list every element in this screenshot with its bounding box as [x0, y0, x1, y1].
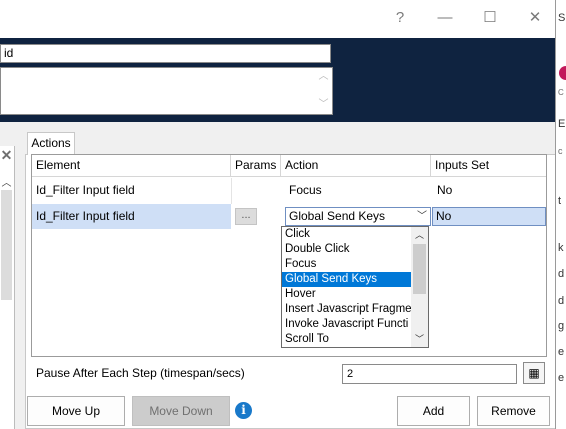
pause-input[interactable]: 2 [342, 364, 517, 384]
tab-actions[interactable]: Actions [27, 132, 75, 155]
dropdown-option[interactable]: Insert Javascript Fragme [282, 302, 412, 317]
dropdown-option[interactable]: Scroll To [282, 332, 412, 347]
column-header-params[interactable]: Params [231, 155, 281, 177]
edge-text: c [558, 146, 563, 156]
action-combobox-value: Global Send Keys [289, 209, 386, 223]
id-input[interactable]: id [0, 44, 331, 63]
info-icon[interactable]: i [235, 402, 252, 419]
column-header-element[interactable]: Element [32, 155, 231, 177]
close-icon[interactable]: ✕ [0, 148, 13, 162]
dropdown-option[interactable]: Click [282, 227, 412, 242]
left-list-panel: ✕ ︿ [0, 146, 15, 429]
dropdown-option[interactable]: Focus [282, 257, 412, 272]
column-header-inputs-set[interactable]: Inputs Set [431, 155, 546, 177]
move-up-button[interactable]: Move Up [27, 396, 125, 426]
scrollbar-thumb[interactable] [413, 244, 426, 294]
scroll-up-icon[interactable]: ︿ [411, 228, 428, 242]
table-cell-action[interactable]: Focus [285, 178, 431, 203]
edge-accent [559, 66, 566, 80]
scroll-down-icon[interactable]: ﹀ [315, 97, 332, 113]
description-textarea[interactable]: ︿ ﹀ [0, 67, 333, 115]
scroll-up-icon[interactable]: ︿ [315, 69, 332, 85]
column-header-action[interactable]: Action [281, 155, 431, 177]
table-cell-inputs-set[interactable]: No [433, 178, 546, 203]
pause-label: Pause After Each Step (timespan/secs) [36, 366, 245, 380]
background-window-edge: S C E c t k d d g e e [555, 0, 566, 429]
table-cell-element[interactable]: Id_Filter Input field [32, 204, 231, 229]
edge-text: k [558, 242, 564, 254]
edge-text: d [558, 268, 565, 280]
dropdown-option-selected[interactable]: Global Send Keys [282, 272, 412, 287]
table-cell-inputs-set[interactable]: No [432, 207, 546, 226]
calculator-icon[interactable]: ▦ [523, 362, 545, 384]
edge-text: S [558, 12, 566, 24]
dropdown-option[interactable]: Invoke Javascript Functi [282, 317, 412, 332]
edge-text: g [558, 320, 565, 332]
edge-text: e [558, 372, 565, 384]
dropdown-option[interactable]: Hover [282, 287, 412, 302]
edge-text: e [558, 346, 565, 358]
scrollbar-thumb[interactable] [1, 190, 12, 300]
chevron-down-icon[interactable]: ﹀ [414, 208, 430, 225]
action-dropdown-list[interactable]: Click Double Click Focus Global Send Key… [281, 226, 429, 348]
table-cell-element[interactable]: Id_Filter Input field [32, 178, 231, 203]
edge-text: d [558, 295, 565, 307]
minimize-button[interactable]: — [425, 6, 465, 30]
dropdown-option[interactable]: Double Click [282, 242, 412, 257]
cell-divider [231, 178, 232, 204]
add-button[interactable]: Add [397, 396, 470, 426]
move-down-button[interactable]: Move Down [132, 396, 230, 426]
description-scrollbar[interactable]: ︿ ﹀ [315, 68, 332, 114]
edge-panel [556, 38, 566, 122]
params-ellipsis-button[interactable]: ... [235, 208, 257, 225]
edge-text: t [558, 195, 562, 207]
remove-button[interactable]: Remove [477, 396, 550, 426]
close-button[interactable]: ✕ [515, 6, 555, 30]
scroll-down-icon[interactable]: ﹀ [411, 332, 428, 346]
maximize-button[interactable]: ☐ [470, 6, 510, 30]
edge-text: E [558, 118, 566, 130]
dropdown-scrollbar[interactable]: ︿ ﹀ [411, 227, 428, 347]
scroll-up-icon[interactable]: ︿ [0, 174, 13, 189]
edge-text: C [558, 88, 564, 97]
help-button[interactable]: ? [380, 6, 420, 30]
action-combobox[interactable]: Global Send Keys ﹀ [285, 207, 431, 226]
